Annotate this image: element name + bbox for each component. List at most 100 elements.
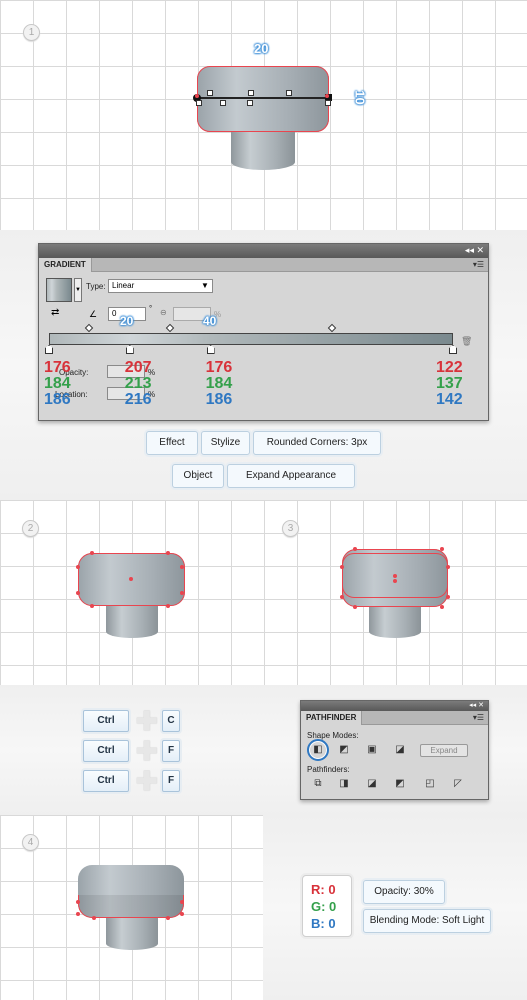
anchor-point bbox=[76, 565, 80, 569]
width-dimension-label: 20 bbox=[254, 41, 269, 56]
step-badge-4: 4 bbox=[22, 834, 39, 851]
opacity-button[interactable]: Opacity: 30% bbox=[363, 880, 445, 904]
letter-key: F bbox=[162, 770, 180, 792]
object-menu-button[interactable]: Object bbox=[172, 464, 224, 488]
stylize-menu-button[interactable]: Stylize bbox=[201, 431, 250, 455]
stop-b-value: 186 bbox=[44, 391, 71, 408]
anchor-point bbox=[440, 605, 444, 609]
gradient-tab[interactable]: GRADIENT bbox=[39, 258, 92, 272]
anchor-point bbox=[180, 900, 184, 904]
pathfinder-tab[interactable]: PATHFINDER bbox=[301, 711, 363, 725]
stop-b-value: 142 bbox=[436, 391, 463, 408]
ctrl-key: Ctrl bbox=[83, 770, 129, 792]
annotator-handle[interactable] bbox=[220, 100, 226, 106]
overlay-label-20: 20 bbox=[120, 314, 134, 328]
pathfinders-label: Pathfinders: bbox=[307, 765, 350, 774]
anchor-point bbox=[446, 595, 450, 599]
step-badge-2: 2 bbox=[22, 520, 39, 537]
gradient-stop[interactable] bbox=[125, 345, 134, 354]
pathfinder-panel: ◂◂ ✕ PATHFINDER ▾☰ Shape Modes: ◧ ◩ ▣ ◪ … bbox=[300, 700, 489, 800]
intersect-icon[interactable]: ▣ bbox=[365, 743, 379, 757]
anchor-point bbox=[440, 547, 444, 551]
type-select[interactable]: Linear bbox=[108, 279, 213, 293]
expand-appearance-button[interactable]: Expand Appearance bbox=[227, 464, 355, 488]
gradient-swatch[interactable] bbox=[46, 278, 72, 302]
reverse-gradient-icon[interactable]: ⇄ bbox=[51, 307, 59, 318]
plus-icon: ✚ bbox=[136, 706, 158, 736]
stop-r-value: 122 bbox=[436, 359, 463, 376]
aspect-icon: ⊖ bbox=[160, 308, 167, 317]
divide-icon[interactable]: ⧉ bbox=[311, 777, 325, 791]
anchor-point bbox=[180, 912, 184, 916]
type-dropdown-icon[interactable]: ▼ bbox=[201, 281, 209, 290]
gradient-midpoint[interactable] bbox=[327, 323, 337, 333]
outline-icon[interactable]: ◰ bbox=[423, 777, 437, 791]
pathfinder-collapse-close-icon[interactable]: ◂◂ ✕ bbox=[469, 701, 484, 709]
stop-g-value: 184 bbox=[44, 375, 71, 392]
annotator-handle[interactable] bbox=[196, 100, 202, 106]
ctrl-key: Ctrl bbox=[83, 710, 129, 732]
blending-mode-button[interactable]: Blending Mode: Soft Light bbox=[363, 909, 491, 933]
stop-r-value: 176 bbox=[44, 359, 71, 376]
minus-back-icon[interactable]: ◸ bbox=[451, 777, 465, 791]
swatch-dropdown-icon[interactable]: ▼ bbox=[74, 278, 82, 302]
annotator-handle[interactable] bbox=[248, 90, 254, 96]
anchor-point bbox=[195, 94, 199, 98]
pathfinder-tab-bar: PATHFINDER ▾☰ bbox=[301, 711, 488, 725]
stop-g-value: 184 bbox=[205, 375, 233, 392]
gradient-panel-titlebar[interactable]: ◂◂ ✕ bbox=[39, 244, 488, 258]
gradient-slider[interactable] bbox=[49, 333, 453, 345]
gradient-stop[interactable] bbox=[206, 345, 215, 354]
angle-icon: ∠ bbox=[89, 309, 98, 319]
anchor-point bbox=[340, 595, 344, 599]
overlay-selection-4 bbox=[78, 895, 184, 918]
anchor-point-3b bbox=[393, 579, 397, 583]
anchor-point bbox=[180, 565, 184, 569]
gradient-stop[interactable] bbox=[45, 345, 53, 354]
gradient-midpoint[interactable] bbox=[85, 323, 94, 333]
crop-icon[interactable]: ◩ bbox=[393, 777, 407, 791]
exclude-icon[interactable]: ◪ bbox=[393, 743, 407, 757]
fill-color-b: B: 0 bbox=[311, 916, 336, 931]
anchor-point bbox=[76, 591, 80, 595]
rounded-corners-button[interactable]: Rounded Corners: 3px bbox=[253, 431, 381, 455]
stop-b-value: 216 bbox=[124, 391, 152, 408]
gradient-panel: ◂◂ ✕ GRADIENT ▾☰ ▼ Type: Linear ▼ ⇄ ∠ 0 … bbox=[38, 243, 489, 421]
fill-color-r: R: 0 bbox=[311, 882, 336, 897]
pathfinder-menu-icon[interactable]: ▾☰ bbox=[473, 713, 484, 722]
stop-b-value: 186 bbox=[205, 391, 233, 408]
anchor-point bbox=[166, 604, 170, 608]
collapse-close-icon[interactable]: ◂◂ ✕ bbox=[465, 245, 484, 256]
anchor-point bbox=[446, 565, 450, 569]
stop-g-value: 213 bbox=[124, 375, 152, 392]
unite-icon[interactable]: ◧ bbox=[311, 743, 325, 757]
angle-unit: ° bbox=[149, 304, 153, 313]
anchor-point bbox=[166, 916, 170, 920]
annotator-handle[interactable] bbox=[286, 90, 292, 96]
height-dimension-label: 10 bbox=[352, 90, 368, 105]
trim-icon[interactable]: ◨ bbox=[337, 777, 351, 791]
plus-icon: ✚ bbox=[136, 766, 158, 796]
gradient-tab-bar: GRADIENT ▾☰ bbox=[39, 258, 488, 272]
delete-stop-icon[interactable]: 🗑 bbox=[461, 336, 472, 347]
expand-button[interactable]: Expand bbox=[420, 744, 468, 757]
minus-front-icon[interactable]: ◩ bbox=[337, 743, 351, 757]
panel-menu-icon[interactable]: ▾☰ bbox=[473, 260, 484, 269]
anchor-point bbox=[90, 604, 94, 608]
annotator-handle[interactable] bbox=[325, 100, 331, 106]
pathfinder-titlebar[interactable]: ◂◂ ✕ bbox=[301, 701, 488, 711]
anchor-point bbox=[325, 94, 329, 98]
annotator-handle[interactable] bbox=[207, 90, 213, 96]
merge-icon[interactable]: ◪ bbox=[365, 777, 379, 791]
gradient-stop[interactable] bbox=[449, 345, 457, 354]
overlay-label-40: 40 bbox=[203, 314, 217, 328]
effect-menu-button[interactable]: Effect bbox=[146, 431, 198, 455]
stop-r-value: 207 bbox=[124, 359, 152, 376]
type-label: Type: bbox=[86, 282, 106, 291]
annotator-handle[interactable] bbox=[247, 100, 253, 106]
stop-r-value: 176 bbox=[205, 359, 233, 376]
ctrl-key: Ctrl bbox=[83, 740, 129, 762]
anchor-point bbox=[76, 900, 80, 904]
letter-key: C bbox=[162, 710, 180, 732]
gradient-midpoint[interactable] bbox=[165, 323, 175, 333]
